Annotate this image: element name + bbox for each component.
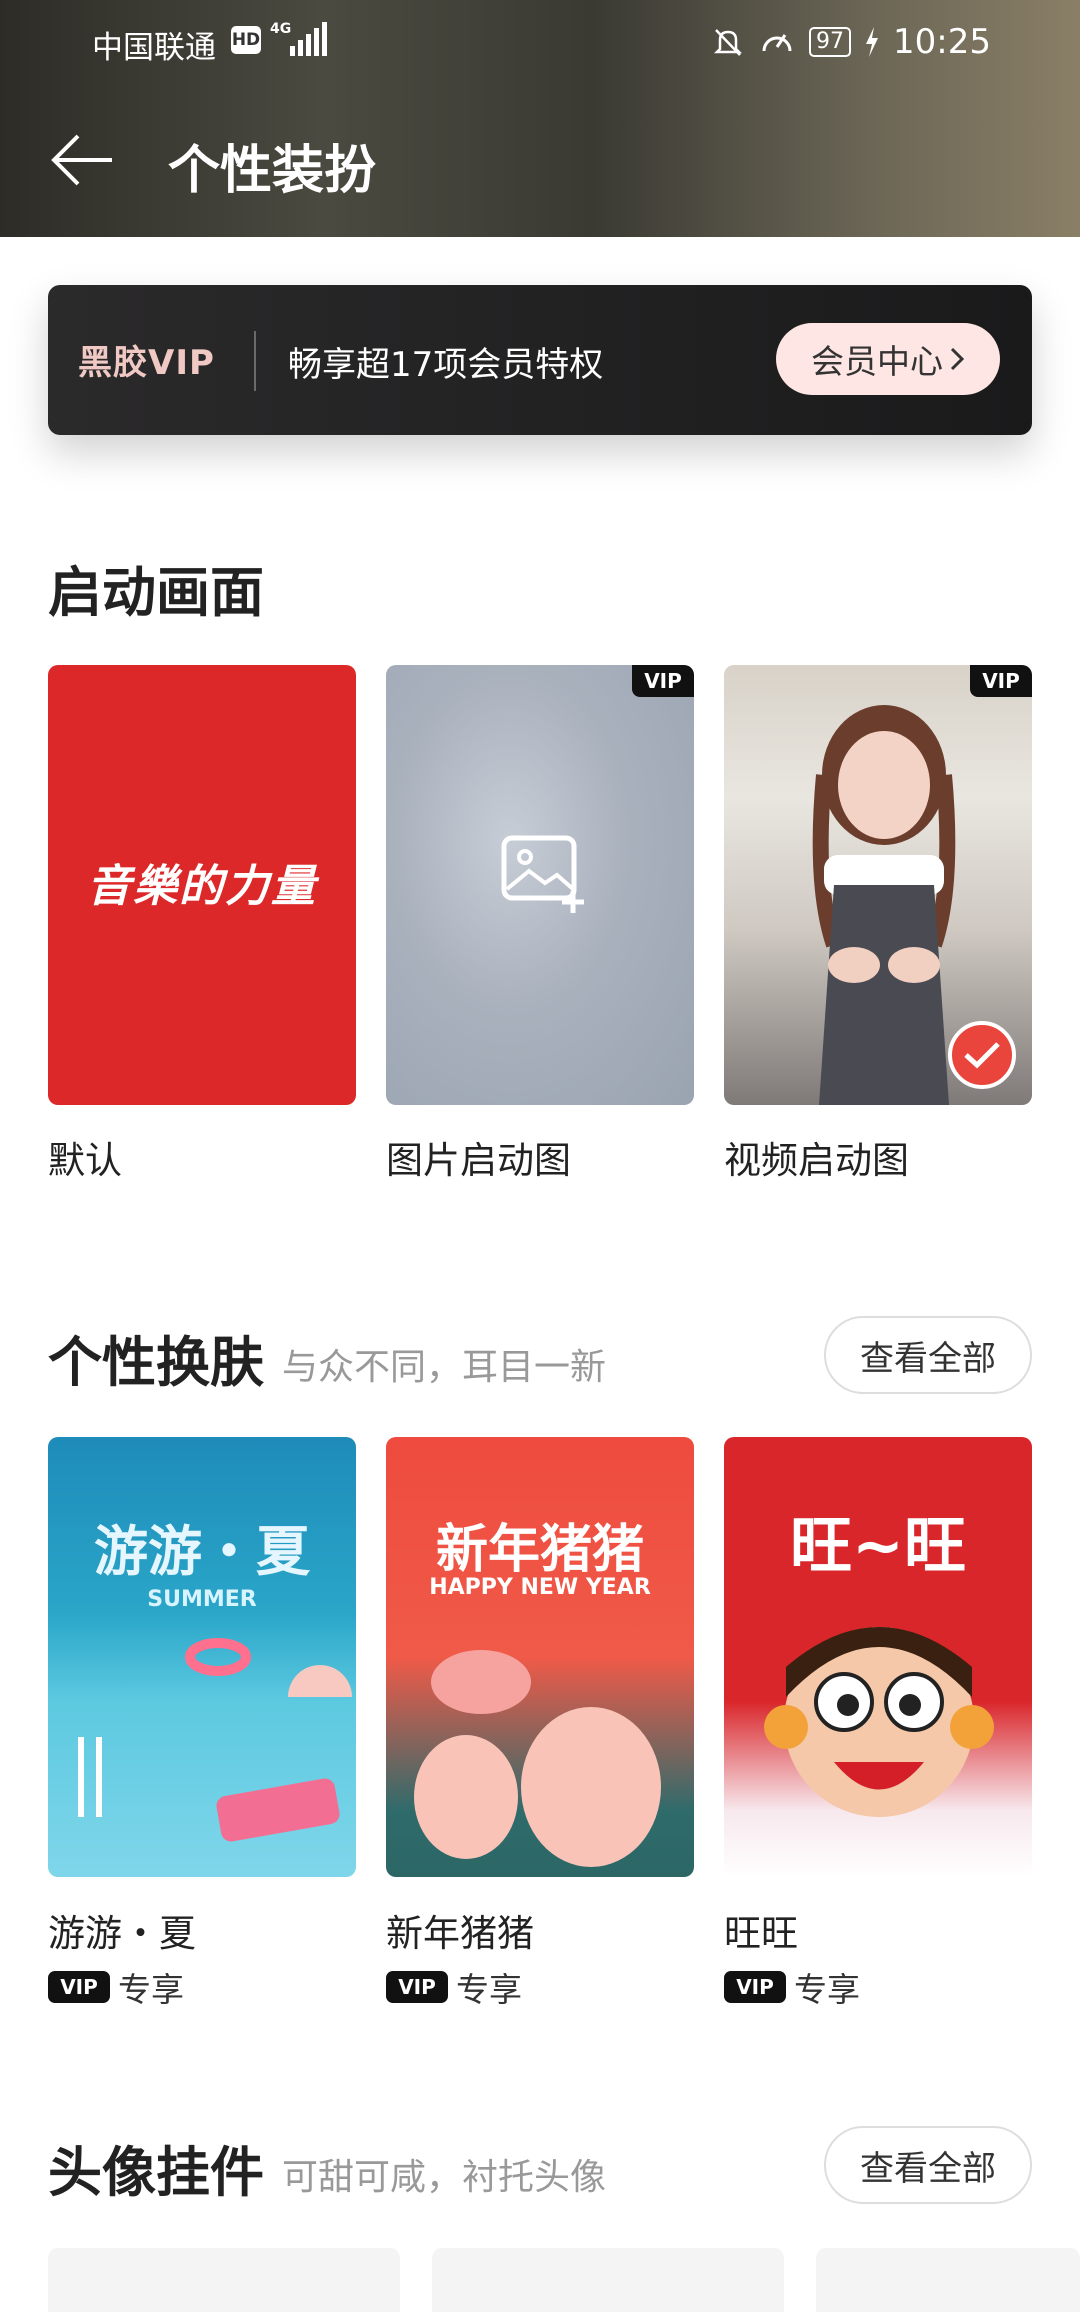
skin-card-summer[interactable]: 游游・夏 SUMMER [48, 1437, 356, 1877]
avatar-pendant-card[interactable] [432, 2248, 784, 2312]
battery-level: 97 [809, 27, 852, 57]
launch-card-image[interactable]: VIP [386, 665, 694, 1105]
skin-tag-summer: VIP 专享 [48, 1963, 184, 2011]
status-bar: 中国联通 HD 4G 97 10:25 [0, 0, 1080, 80]
signal-icon [290, 22, 327, 56]
skin-label-wangwang: 旺旺 [724, 1912, 798, 1955]
skin-card-wangwang[interactable]: 旺~旺 [724, 1437, 1032, 1877]
wangwang-face-illustration [764, 1627, 994, 1817]
back-arrow-icon[interactable] [50, 130, 116, 190]
avatar-pendant-card[interactable] [48, 2248, 400, 2312]
launch-label-image: 图片启动图 [386, 1139, 571, 1182]
skin-art-title: 新年猪猪 [435, 1520, 644, 1580]
status-right: 97 10:25 [711, 22, 991, 62]
exclusive-tag: 专享 [118, 1970, 184, 2009]
hd-badge: HD [231, 26, 261, 54]
default-slogan: 音樂的力量 [87, 861, 317, 912]
vip-badge: VIP [386, 1971, 448, 2003]
member-center-button[interactable]: 会员中心 [776, 323, 1000, 395]
skin-art-subtitle: SUMMER [147, 1587, 257, 1612]
launch-label-video: 视频启动图 [724, 1139, 909, 1182]
launch-label-default: 默认 [48, 1139, 122, 1182]
pig-illustration [414, 1650, 661, 1867]
selected-check-icon [948, 1021, 1016, 1089]
skins-subtitle: 与众不同，耳目一新 [282, 1347, 607, 1388]
skin-art-title: 旺~旺 [790, 1509, 966, 1582]
vip-logo: 黑胶VIP [78, 343, 215, 383]
skins-view-all-button[interactable]: 查看全部 [824, 1316, 1032, 1394]
nav-bar: 个性装扮 [0, 120, 1080, 201]
clock: 10:25 [893, 22, 991, 62]
vip-badge: VIP [724, 1971, 786, 2003]
skins-section-title: 个性换肤 [48, 1331, 264, 1394]
exclusive-tag: 专享 [794, 1970, 860, 2009]
page-title: 个性装扮 [168, 141, 377, 201]
skin-art-title: 游游・夏 [94, 1520, 310, 1583]
carrier-label: 中国联通 [92, 30, 216, 66]
skin-card-pig[interactable]: 新年猪猪 HAPPY NEW YEAR [386, 1437, 694, 1877]
chevron-right-icon [950, 347, 965, 371]
skin-tag-pig: VIP 专享 [386, 1963, 522, 2011]
charging-bolt-icon [866, 27, 879, 57]
vip-benefits-text: 畅享超17项会员特权 [288, 345, 604, 385]
avatar-section-title: 头像挂件 [48, 2141, 264, 2204]
skin-art-subtitle: HAPPY NEW YEAR [429, 1575, 651, 1600]
avatar-subtitle: 可甜可咸，衬托头像 [282, 2157, 607, 2198]
add-image-icon [501, 835, 584, 913]
skin-label-pig: 新年猪猪 [386, 1912, 534, 1955]
launch-card-video[interactable]: VIP [724, 665, 1032, 1105]
skin-label-summer: 游游・夏 [48, 1912, 196, 1955]
header: 中国联通 HD 4G 97 10:25 个性装扮 [0, 0, 1080, 237]
exclusive-tag: 专享 [456, 1970, 522, 2009]
avatar-view-all-button[interactable]: 查看全部 [824, 2126, 1032, 2204]
avatar-pendant-card[interactable] [816, 2248, 1080, 2312]
skin-tag-wangwang: VIP 专享 [724, 1963, 860, 2011]
network-type: 4G [270, 21, 292, 37]
divider [254, 331, 256, 391]
speed-gauge-icon [762, 34, 792, 52]
pool-illustration [78, 1638, 352, 1842]
mute-bell-icon [713, 29, 743, 56]
launch-card-default[interactable]: 音樂的力量 [48, 665, 356, 1105]
vip-banner[interactable]: 黑胶VIP 畅享超17项会员特权 会员中心 [48, 285, 1032, 435]
launch-section-title: 启动画面 [48, 561, 264, 624]
member-center-label: 会员中心 [811, 342, 943, 381]
vip-badge: VIP [632, 665, 694, 697]
vip-badge: VIP [48, 1971, 110, 2003]
